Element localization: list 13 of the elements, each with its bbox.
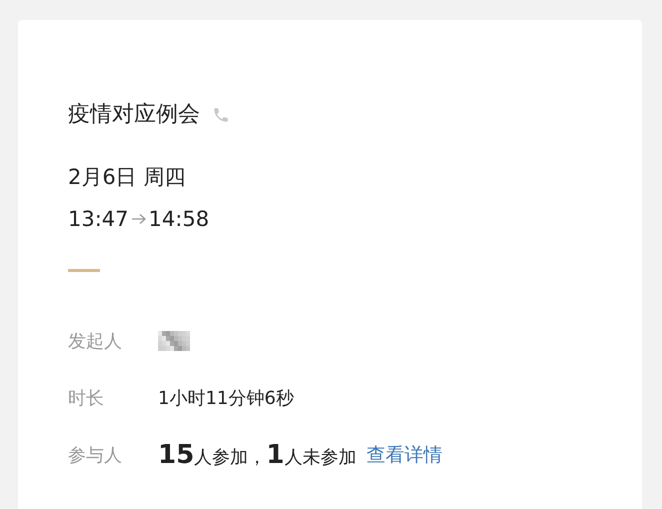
end-time: 14:58 bbox=[148, 206, 210, 233]
detail-label: 参与人 bbox=[68, 444, 123, 466]
redacted-name-drawing bbox=[158, 330, 190, 350]
attendance-summary: 15人参加，1人未参加 bbox=[158, 440, 356, 470]
start-time: 13:47 bbox=[68, 206, 129, 233]
detail-value: 1小时11分钟6秒 bbox=[158, 386, 294, 410]
meeting-date: 2月6日 周四 bbox=[68, 164, 186, 191]
meeting-title: 疫情对应例会 bbox=[68, 101, 200, 129]
phone-icon bbox=[212, 106, 230, 124]
arrow-icon bbox=[130, 213, 147, 225]
detail-label: 发起人 bbox=[68, 330, 123, 352]
detail-label: 时长 bbox=[68, 386, 105, 410]
view-details-link[interactable]: 查看详情 bbox=[366, 442, 442, 468]
